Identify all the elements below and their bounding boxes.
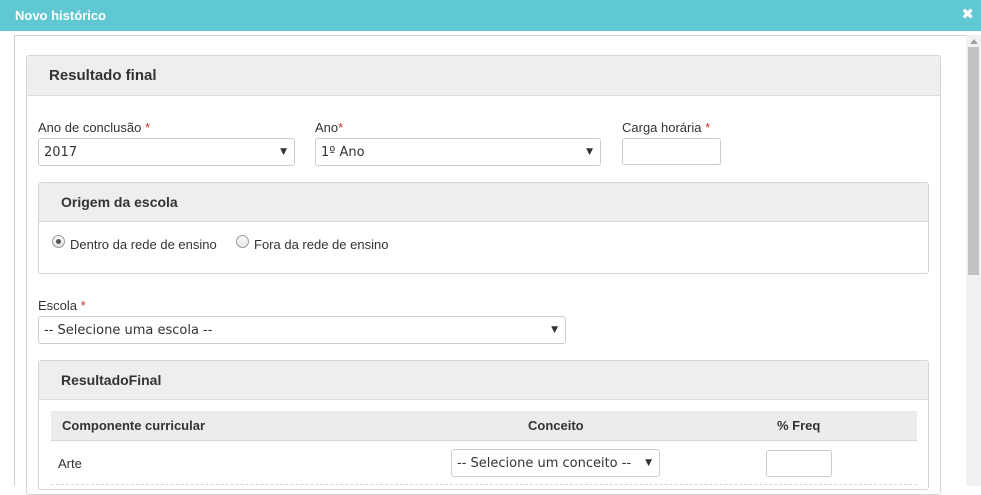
- required-marker: *: [144, 120, 151, 135]
- conceito-value: -- Selecione um conceito --: [457, 456, 632, 471]
- table-header: Componente curricular Conceito % Freq: [51, 411, 917, 441]
- panel-title: Resultado final: [27, 56, 940, 96]
- required-marker: *: [705, 120, 711, 135]
- dialog-titlebar: Novo histórico ✖: [0, 0, 981, 31]
- ano-conclusao-label: Ano de conclusão *: [38, 120, 150, 135]
- ano-conclusao-value: 2017: [44, 145, 78, 160]
- escola-value: -- Selecione uma escola --: [44, 323, 213, 338]
- ano-value: 1º Ano: [321, 145, 365, 160]
- scroll-up-arrow-icon[interactable]: [970, 39, 978, 44]
- radio-dentro-rede[interactable]: [52, 235, 65, 248]
- chevron-down-icon: ▼: [551, 325, 558, 335]
- chevron-down-icon: ▼: [586, 147, 593, 157]
- row-divider: [51, 484, 917, 485]
- radio-dentro-rede-label[interactable]: Dentro da rede de ensino: [70, 237, 217, 252]
- conceito-select[interactable]: -- Selecione um conceito -- ▼: [451, 449, 660, 477]
- resultado-final-subpanel-title: ResultadoFinal: [39, 361, 928, 400]
- close-icon[interactable]: ✖: [961, 6, 974, 24]
- required-marker: *: [338, 120, 344, 135]
- escola-label-text: Escola: [38, 298, 78, 313]
- ano-conclusao-select[interactable]: 2017 ▼: [38, 138, 295, 166]
- column-componente: Componente curricular: [62, 418, 206, 433]
- column-freq: % Freq: [777, 418, 821, 433]
- chevron-down-icon: ▼: [280, 147, 287, 157]
- escola-select[interactable]: -- Selecione uma escola -- ▼: [38, 316, 566, 344]
- radio-fora-rede-label[interactable]: Fora da rede de ensino: [254, 237, 388, 252]
- radio-fora-rede[interactable]: [236, 235, 249, 248]
- column-conceito: Conceito: [528, 418, 584, 433]
- dialog-title: Novo histórico: [15, 8, 107, 23]
- ano-label: Ano*: [315, 120, 343, 135]
- carga-horaria-label: Carga horária *: [622, 120, 710, 135]
- required-marker: *: [80, 298, 86, 313]
- vertical-scrollbar[interactable]: [966, 35, 981, 486]
- origem-escola-panel: Origem da escola: [38, 182, 929, 274]
- carga-horaria-input[interactable]: [622, 138, 721, 165]
- carga-horaria-label-text: Carga horária: [622, 120, 702, 135]
- freq-input[interactable]: [766, 450, 832, 477]
- table-row-componente: Arte: [58, 456, 82, 471]
- scrollbar-thumb[interactable]: [968, 47, 979, 275]
- origem-escola-title: Origem da escola: [39, 183, 928, 222]
- ano-conclusao-label-text: Ano de conclusão: [38, 120, 142, 135]
- ano-label-text: Ano: [315, 120, 339, 135]
- escola-label: Escola *: [38, 298, 86, 313]
- chevron-down-icon: ▼: [645, 458, 652, 468]
- ano-select[interactable]: 1º Ano ▼: [315, 138, 601, 166]
